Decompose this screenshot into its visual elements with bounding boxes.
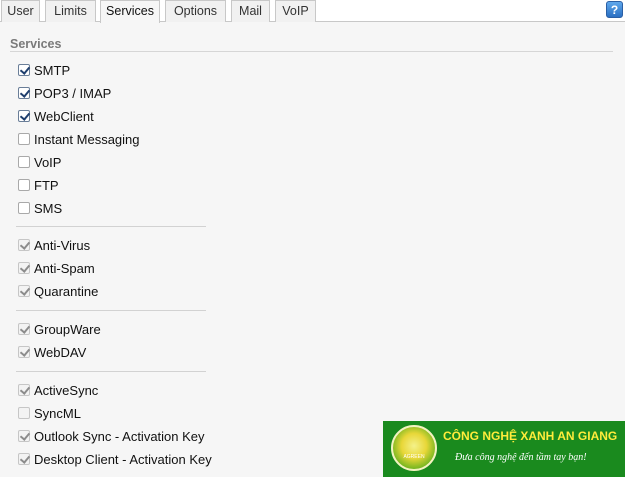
service-row[interactable]: POP3 / IMAP: [18, 84, 111, 102]
service-row[interactable]: WebDAV: [18, 343, 86, 361]
service-label: VoIP: [34, 154, 62, 170]
service-row[interactable]: SyncML: [18, 404, 81, 422]
logo-text: AGREEN: [403, 454, 425, 460]
service-label: SMS: [34, 200, 63, 216]
service-label: Anti-Spam: [34, 260, 95, 276]
group-divider: [16, 226, 206, 227]
tab-user[interactable]: User: [1, 0, 40, 22]
service-row[interactable]: SMS: [18, 199, 62, 217]
service-label: SMTP: [34, 62, 71, 78]
service-label: WebClient: [34, 108, 94, 124]
service-label: FTP: [34, 177, 59, 193]
watermark-banner: AGREEN CÔNG NGHỆ XANH AN GIANG Đưa công …: [383, 421, 625, 477]
help-icon[interactable]: ?: [606, 1, 623, 18]
watermark-subtitle: Đưa công nghệ đến tầm tay bạn!: [455, 452, 587, 463]
service-row[interactable]: Anti-Spam: [18, 259, 95, 277]
checkbox-checked[interactable]: [18, 64, 30, 76]
tab-limits[interactable]: Limits: [45, 0, 96, 22]
checkbox-unchecked[interactable]: [18, 156, 30, 168]
service-row[interactable]: Anti-Virus: [18, 236, 90, 254]
service-label: POP3 / IMAP: [34, 85, 112, 101]
checkbox-checked: [18, 453, 30, 465]
group-divider: [16, 371, 206, 372]
service-label: Instant Messaging: [34, 131, 140, 147]
checkbox-checked: [18, 323, 30, 335]
service-label: Desktop Client - Activation Key: [34, 451, 212, 467]
checkbox-checked: [18, 239, 30, 251]
tab-options[interactable]: Options: [165, 0, 226, 22]
service-row[interactable]: VoIP: [18, 153, 61, 171]
checkbox-checked: [18, 384, 30, 396]
service-label: Anti-Virus: [34, 237, 91, 253]
checkbox-unchecked[interactable]: [18, 202, 30, 214]
service-label: WebDAV: [34, 344, 87, 360]
service-label: Outlook Sync - Activation Key: [34, 428, 205, 444]
service-row[interactable]: FTP: [18, 176, 59, 194]
service-label: ActiveSync: [34, 382, 99, 398]
checkbox-unchecked[interactable]: [18, 133, 30, 145]
service-row[interactable]: ActiveSync: [18, 381, 98, 399]
service-label: GroupWare: [34, 321, 101, 337]
recycle-logo-icon: AGREEN: [391, 425, 437, 471]
section-title: Services: [10, 37, 62, 51]
tab-bar: User Limits Services Options Mail VoIP ?: [0, 0, 625, 23]
service-row[interactable]: Outlook Sync - Activation Key: [18, 427, 205, 445]
tab-mail[interactable]: Mail: [231, 0, 270, 22]
service-label: Quarantine: [34, 283, 99, 299]
service-row[interactable]: GroupWare: [18, 320, 101, 338]
checkbox-unchecked[interactable]: [18, 179, 30, 191]
checkbox-checked[interactable]: [18, 110, 30, 122]
service-label: SyncML: [34, 405, 81, 421]
group-divider: [16, 310, 206, 311]
checkbox-checked: [18, 285, 30, 297]
service-row[interactable]: Quarantine: [18, 282, 98, 300]
checkbox-checked: [18, 430, 30, 442]
tab-services[interactable]: Services: [100, 0, 160, 23]
service-row[interactable]: Instant Messaging: [18, 130, 140, 148]
checkbox-unchecked: [18, 407, 30, 419]
service-row[interactable]: Desktop Client - Activation Key: [18, 450, 212, 468]
checkbox-checked[interactable]: [18, 87, 30, 99]
service-row[interactable]: SMTP: [18, 61, 70, 79]
service-row[interactable]: WebClient: [18, 107, 94, 125]
section-divider: [10, 51, 613, 52]
tab-voip[interactable]: VoIP: [275, 0, 316, 22]
checkbox-checked: [18, 346, 30, 358]
checkbox-checked: [18, 262, 30, 274]
watermark-title: CÔNG NGHỆ XANH AN GIANG: [443, 429, 618, 443]
